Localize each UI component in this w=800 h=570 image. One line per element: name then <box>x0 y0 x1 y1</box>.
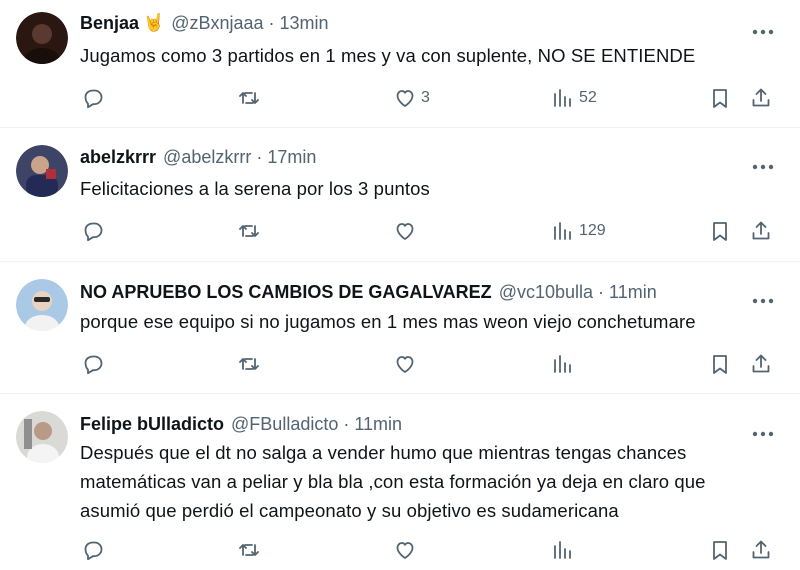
retweet-button[interactable] <box>237 86 261 110</box>
tweet[interactable]: Benjaa 🤘 @zBxnjaaa · 13min Jugamos como … <box>0 0 800 128</box>
avatar[interactable] <box>16 411 68 463</box>
separator: · <box>268 12 275 33</box>
bookmark-button[interactable] <box>708 86 732 110</box>
more-icon[interactable] <box>752 291 774 304</box>
tweet[interactable]: NO APRUEBO LOS CAMBIOS DE GAGALVAREZ @vc… <box>0 263 800 394</box>
reply-button[interactable] <box>81 538 105 562</box>
retweet-button[interactable] <box>237 352 261 376</box>
reply-icon <box>84 355 103 375</box>
tweet[interactable]: abelzkrrr @abelzkrrr · 17min Felicitacio… <box>0 129 800 262</box>
reply-icon <box>84 89 103 109</box>
retweet-icon <box>239 225 259 237</box>
user-handle[interactable]: @vc10bulla <box>499 282 593 303</box>
share-icon <box>752 540 770 559</box>
separator: · <box>598 281 605 302</box>
tweet-text: Jugamos como 3 partidos en 1 mes y va co… <box>80 45 696 66</box>
bookmark-icon <box>713 355 727 374</box>
bookmark-button[interactable] <box>708 538 732 562</box>
reply-feed: Benjaa 🤘 @zBxnjaaa · 13min Jugamos como … <box>0 0 800 570</box>
share-button[interactable] <box>749 86 773 110</box>
views-icon <box>554 89 571 107</box>
user-handle[interactable]: @abelzkrrr <box>163 147 251 168</box>
tweet-text: Después que el dt no salga a vender humo… <box>80 442 706 521</box>
display-name[interactable]: abelzkrrr <box>80 147 156 168</box>
timestamp[interactable]: 13min <box>280 13 329 34</box>
avatar[interactable] <box>16 12 68 64</box>
views-button[interactable] <box>551 352 579 376</box>
user-handle[interactable]: @zBxnjaaa <box>171 13 263 34</box>
retweet-icon <box>239 544 259 556</box>
tweet-header: abelzkrrr @abelzkrrr · 17min <box>80 146 316 168</box>
retweet-button[interactable] <box>237 538 261 562</box>
timestamp[interactable]: 17min <box>267 147 316 168</box>
retweet-button[interactable] <box>237 219 261 243</box>
like-count: 3 <box>421 89 430 106</box>
reply-icon <box>84 541 103 561</box>
share-button[interactable] <box>749 352 773 376</box>
tweet-text: porque ese equipo si no jugamos en 1 mes… <box>80 311 696 332</box>
more-icon[interactable] <box>752 157 774 170</box>
share-icon <box>752 221 770 240</box>
separator: · <box>343 413 350 434</box>
view-count: 52 <box>579 89 597 106</box>
bookmark-button[interactable] <box>708 219 732 243</box>
reply-button[interactable] <box>81 86 105 110</box>
bookmark-button[interactable] <box>708 352 732 376</box>
display-name[interactable]: Benjaa <box>80 13 139 34</box>
timestamp[interactable]: 11min <box>609 282 657 303</box>
views-icon <box>554 222 571 240</box>
like-button[interactable] <box>393 538 421 562</box>
like-icon <box>396 90 414 107</box>
user-handle[interactable]: @FBulladicto <box>231 414 338 435</box>
like-button[interactable] <box>393 352 421 376</box>
share-icon <box>752 354 770 373</box>
tweet-header: Benjaa 🤘 @zBxnjaaa · 13min <box>80 12 329 34</box>
retweet-icon <box>239 358 259 370</box>
view-count: 129 <box>579 222 606 239</box>
views-button[interactable] <box>551 538 579 562</box>
tweet-header: Felipe bUlladicto @FBulladicto · 11min <box>80 413 402 435</box>
display-name[interactable]: Felipe bUlladicto <box>80 414 224 435</box>
tweet[interactable]: Felipe bUlladicto @FBulladicto · 11min D… <box>0 395 800 570</box>
more-icon[interactable] <box>752 424 774 437</box>
like-icon <box>396 223 414 240</box>
views-icon <box>554 355 571 373</box>
avatar[interactable] <box>16 145 68 197</box>
tweet-text: Felicitaciones a la serena por los 3 pun… <box>80 178 430 199</box>
rock-hand-emoji: 🤘 <box>143 13 165 32</box>
views-icon <box>554 541 571 559</box>
separator: · <box>256 146 263 167</box>
timestamp[interactable]: 11min <box>354 414 402 435</box>
more-icon[interactable] <box>752 22 774 35</box>
share-button[interactable] <box>749 219 773 243</box>
bookmark-icon <box>713 89 727 108</box>
views-button[interactable]: 52 <box>551 86 597 110</box>
like-button[interactable]: 3 <box>393 86 430 110</box>
bookmark-icon <box>713 541 727 560</box>
share-icon <box>752 88 770 107</box>
like-icon <box>396 356 414 373</box>
reply-button[interactable] <box>81 219 105 243</box>
reply-button[interactable] <box>81 352 105 376</box>
reply-icon <box>84 222 103 242</box>
share-button[interactable] <box>749 538 773 562</box>
retweet-icon <box>239 92 259 104</box>
display-name[interactable]: NO APRUEBO LOS CAMBIOS DE GAGALVAREZ <box>80 282 492 303</box>
tweet-header: NO APRUEBO LOS CAMBIOS DE GAGALVAREZ @vc… <box>80 281 657 303</box>
bookmark-icon <box>713 222 727 241</box>
avatar[interactable] <box>16 279 68 331</box>
like-button[interactable] <box>393 219 421 243</box>
views-button[interactable]: 129 <box>551 219 606 243</box>
like-icon <box>396 542 414 559</box>
